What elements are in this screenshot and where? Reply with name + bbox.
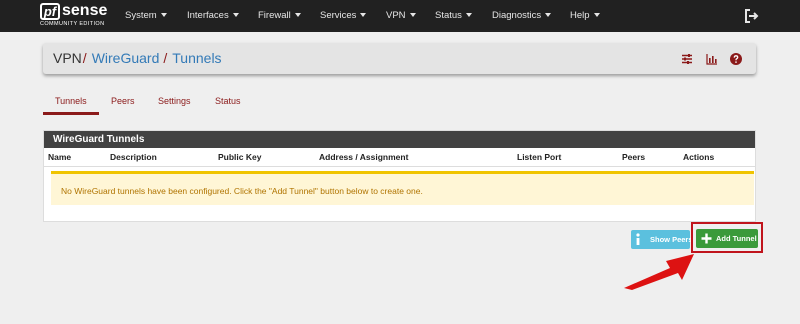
nav-status[interactable]: Status	[435, 0, 472, 32]
breadcrumb-separator: /	[82, 50, 87, 66]
wireguard-tunnels-panel: WireGuard Tunnels Name Description Publi…	[43, 130, 756, 222]
tab-peers[interactable]: Peers	[111, 92, 135, 114]
add-tunnel-label: Add Tunnel	[716, 234, 757, 243]
tab-settings[interactable]: Settings	[158, 92, 191, 114]
info-icon	[636, 233, 640, 245]
empty-state-message: No WireGuard tunnels have been configure…	[61, 186, 423, 196]
breadcrumb-vpn: VPN	[53, 50, 82, 66]
empty-state-alert: No WireGuard tunnels have been configure…	[51, 171, 754, 205]
breadcrumb-tunnels[interactable]: Tunnels	[172, 50, 221, 66]
caret-down-icon	[593, 13, 600, 18]
breadcrumb-separator: /	[163, 50, 168, 66]
nav-firewall-label: Firewall	[258, 10, 291, 21]
nav-vpn[interactable]: VPN	[386, 0, 416, 32]
header-divider	[44, 166, 755, 167]
active-tab-indicator	[43, 112, 99, 115]
nav-services[interactable]: Services	[320, 0, 367, 32]
nav-help[interactable]: Help	[570, 0, 600, 32]
tab-bar: Tunnels Peers Settings Status	[43, 92, 756, 115]
column-header-actions: Actions	[683, 152, 715, 162]
column-header-listen-port: Listen Port	[517, 152, 562, 162]
tab-tunnels[interactable]: Tunnels	[55, 92, 87, 114]
caret-down-icon	[545, 13, 552, 18]
plus-icon	[701, 233, 712, 244]
breadcrumb-wireguard[interactable]: WireGuard	[92, 50, 160, 66]
nav-services-label: Services	[320, 10, 357, 21]
breadcrumb-icons	[673, 52, 742, 65]
column-header-public-key: Public Key	[218, 152, 262, 162]
breadcrumb: VPN/WireGuard / Tunnels	[53, 43, 222, 74]
caret-down-icon	[465, 13, 472, 18]
caret-down-icon	[232, 13, 239, 18]
pfsense-logo[interactable]: pf sense COMMUNITY EDITION	[40, 2, 108, 29]
nav-status-label: Status	[435, 10, 462, 21]
nav-system-label: System	[125, 10, 157, 21]
sign-out-icon[interactable]	[743, 8, 759, 24]
column-header-description: Description	[110, 152, 157, 162]
nav-system[interactable]: System	[125, 0, 167, 32]
logo-edition: COMMUNITY EDITION	[40, 21, 105, 27]
breadcrumb-panel: VPN/WireGuard / Tunnels	[43, 43, 756, 74]
caret-down-icon	[360, 13, 367, 18]
nav-help-label: Help	[570, 10, 590, 21]
nav-vpn-label: VPN	[386, 10, 406, 21]
nav-diagnostics-label: Diagnostics	[492, 10, 542, 21]
annotation-arrow-icon	[624, 254, 694, 290]
column-header-peers: Peers	[622, 152, 646, 162]
bar-chart-icon[interactable]	[705, 52, 718, 70]
panel-title: WireGuard Tunnels	[44, 131, 755, 148]
nav-interfaces[interactable]: Interfaces	[187, 0, 239, 32]
tab-status[interactable]: Status	[215, 92, 241, 114]
caret-down-icon	[409, 13, 416, 18]
add-tunnel-button[interactable]: Add Tunnel	[696, 229, 758, 248]
nav-firewall[interactable]: Firewall	[258, 0, 301, 32]
column-header-address: Address / Assignment	[319, 152, 409, 162]
column-header-name: Name	[48, 152, 72, 162]
logo-pf: pf	[40, 3, 60, 20]
caret-down-icon	[160, 13, 167, 18]
nav-diagnostics[interactable]: Diagnostics	[492, 0, 552, 32]
nav-interfaces-label: Interfaces	[187, 10, 229, 21]
top-navbar: pf sense COMMUNITY EDITION System Interf…	[0, 0, 800, 32]
help-icon[interactable]	[730, 52, 742, 70]
logo-sense: sense	[62, 2, 108, 19]
caret-down-icon	[294, 13, 301, 18]
sliders-icon[interactable]	[681, 52, 693, 70]
